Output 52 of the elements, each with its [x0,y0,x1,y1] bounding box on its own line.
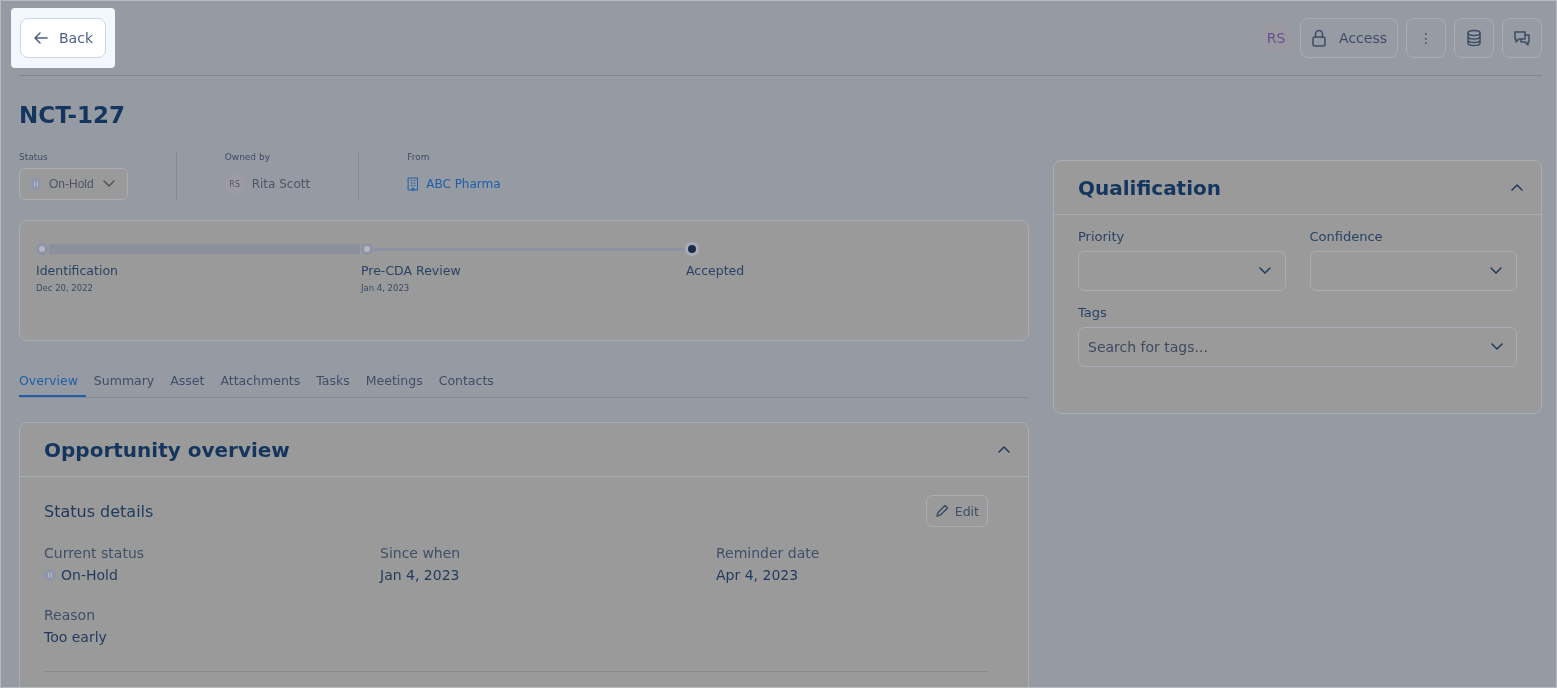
card-title: Qualification [1078,175,1222,200]
card-title: Opportunity overview [44,437,290,462]
step-name: Pre-CDA Review [361,263,462,278]
field-label: Owned by [224,152,271,162]
chat-bubbles-icon [1513,29,1531,47]
owner-name: Rita Scott [251,177,311,191]
building-icon [407,177,420,191]
step-name: Identification [36,263,119,278]
field-label: Since when [380,545,462,561]
section-title: Status details [44,501,154,521]
tab[interactable]: Meetings [357,373,431,397]
field-label: From [407,152,431,162]
tags-search-field[interactable]: Search for tags... [1078,327,1517,367]
status-value: On-Hold [61,567,118,583]
user-avatar[interactable]: RS [1260,22,1293,54]
field-label: Current status [44,545,146,561]
step-name: Accepted [686,263,746,278]
record-title: NCT-127 [19,102,126,128]
edit-button[interactable]: Edit [925,495,988,527]
back-button[interactable]: Back [20,18,106,58]
status-dropdown[interactable]: On-Hold [19,168,128,200]
step-date: Dec 20, 2022 [36,283,94,293]
tab[interactable]: Overview [19,373,86,397]
lock-icon [1311,29,1328,47]
database-icon [1466,29,1482,47]
select-field[interactable] [1078,251,1286,291]
field-label: Confidence [1309,229,1384,244]
pause-icon [30,178,42,190]
owner-avatar: RS [224,174,245,194]
access-button[interactable]: Access [1300,18,1398,58]
tab[interactable]: Summary [85,373,163,397]
tab[interactable]: Tasks [308,373,358,397]
tab[interactable]: Attachments [212,373,309,397]
database-button[interactable] [1454,18,1494,58]
field-label: Priority [1078,229,1126,244]
comments-button[interactable] [1502,18,1542,58]
pause-icon [44,569,56,581]
field-label: Reason [44,607,97,623]
tab[interactable]: Contacts [430,373,502,397]
field-label: Status [19,152,49,162]
field-value: Apr 4, 2023 [716,567,799,583]
pencil-icon [934,504,949,518]
arrow-left-icon [33,30,49,46]
select-field[interactable] [1309,251,1517,291]
field-label: Tags [1078,305,1108,320]
step-date: Jan 4, 2023 [361,283,411,293]
field-value: Too early [44,629,107,645]
tab[interactable]: Asset [162,373,213,397]
company-link[interactable]: ABC Pharma [426,177,501,191]
field-label: Reminder date [716,545,821,561]
more-options-button[interactable]: ⋮ [1406,18,1446,58]
field-value: Jan 4, 2023 [380,567,460,583]
